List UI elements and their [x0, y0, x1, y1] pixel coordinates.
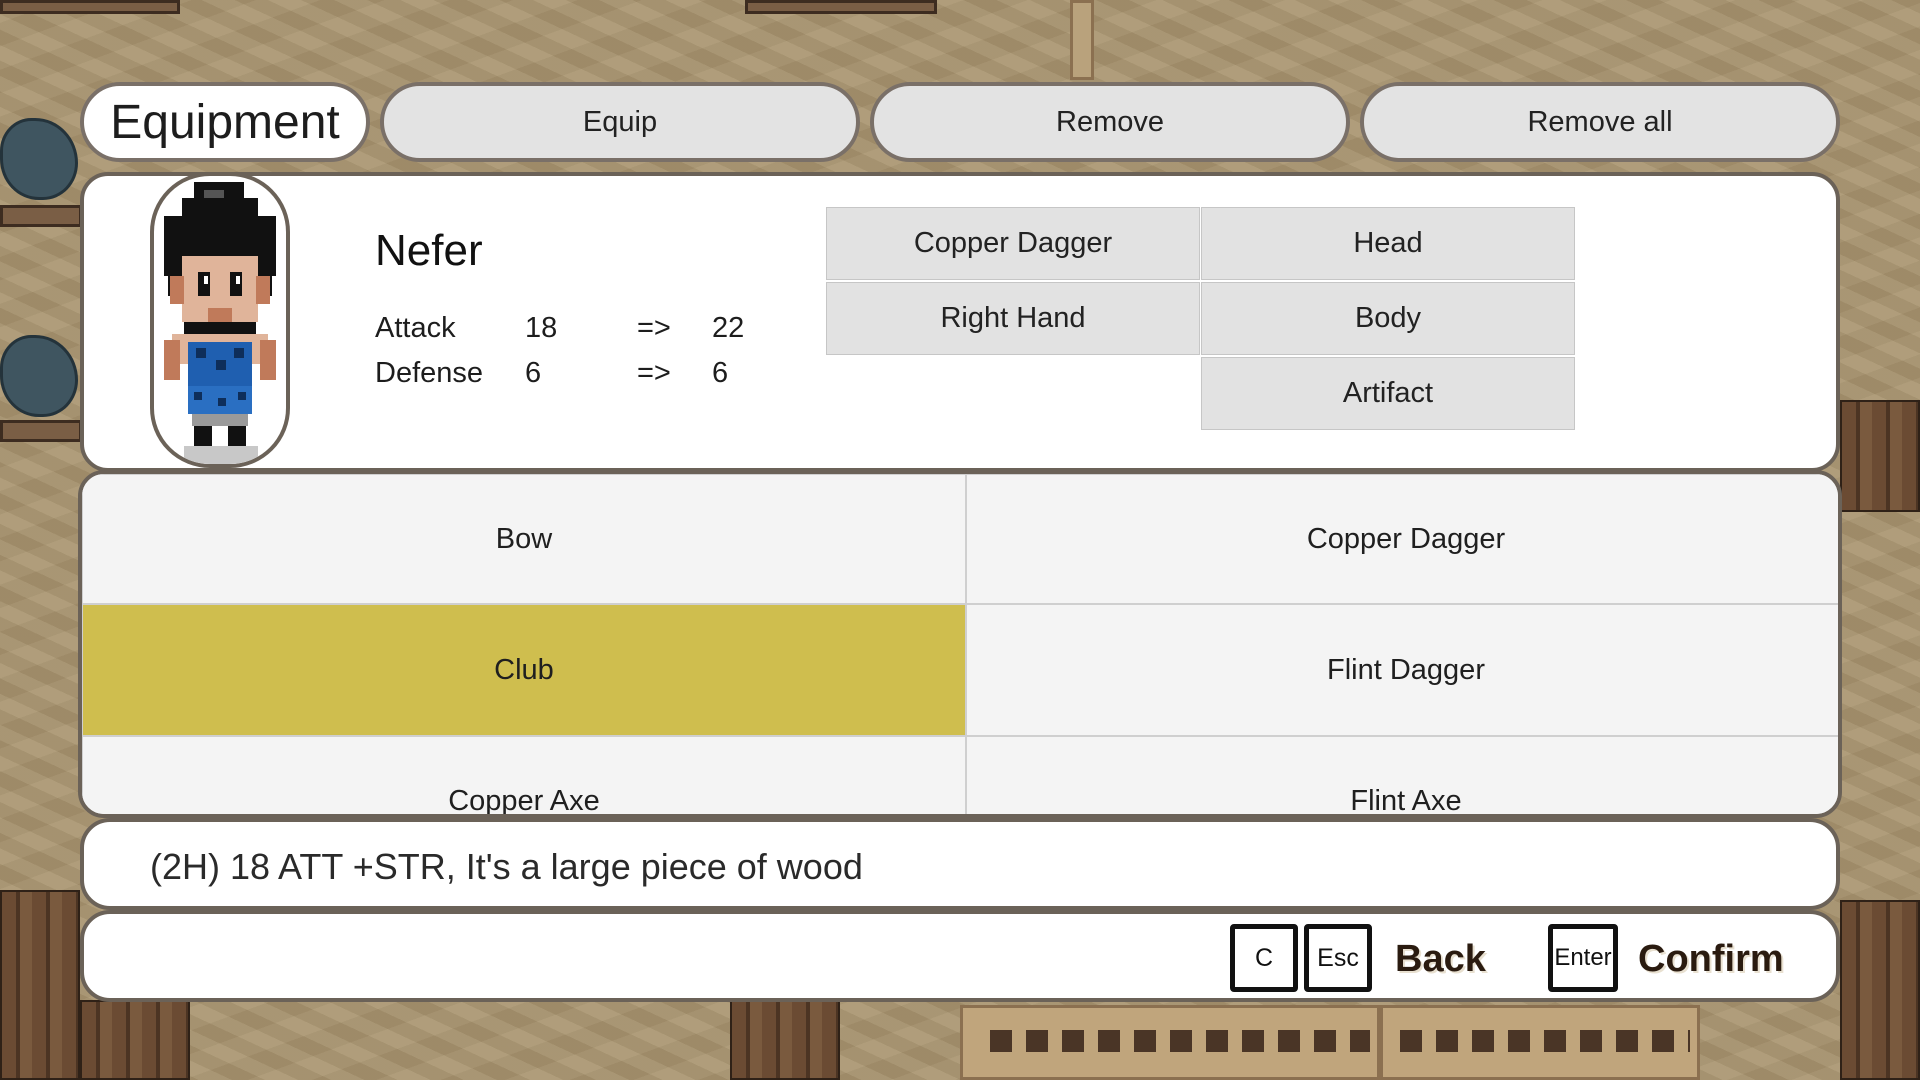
slot-artifact[interactable]: Artifact: [1201, 357, 1575, 430]
tab-remove-label: Remove: [1056, 105, 1164, 138]
character-name: Nefer: [375, 226, 483, 275]
wooden-crate: [1840, 400, 1920, 512]
tab-equip-label: Equip: [582, 105, 658, 138]
key-c-label: C: [1254, 943, 1274, 972]
stat-defense-current: 6: [525, 357, 542, 389]
item-label: Flint Dagger: [1327, 653, 1485, 686]
item-cell[interactable]: Copper Dagger: [966, 474, 1838, 604]
pillar: [1070, 0, 1094, 80]
slot-head[interactable]: Head: [1201, 207, 1575, 280]
slot-right-hand-label: Right Hand: [940, 302, 1086, 334]
item-label: Copper Axe: [448, 785, 600, 817]
key-esc-icon[interactable]: Esc: [1304, 924, 1372, 992]
slot-body[interactable]: Body: [1201, 282, 1575, 355]
item-description: (2H) 18 ATT +STR, It's a large piece of …: [150, 846, 863, 887]
tab-remove-all-label: Remove all: [1527, 105, 1673, 138]
wall-segment: [745, 0, 937, 14]
railing: [990, 1030, 1370, 1052]
stat-attack-current: 18: [525, 312, 558, 344]
item-cell[interactable]: Copper Axe: [82, 736, 966, 817]
tab-remove[interactable]: Remove: [870, 82, 1350, 162]
stat-attack-arrow: =>: [637, 312, 671, 344]
slot-left-hand-label: Copper Dagger: [913, 227, 1113, 259]
character-sprite-icon: [164, 182, 276, 464]
stat-defense-arrow: =>: [637, 357, 671, 389]
wall-segment: [0, 420, 82, 442]
item-label: Copper Dagger: [1306, 522, 1506, 555]
stat-defense-new: 6: [712, 357, 729, 389]
wooden-crate: [0, 890, 80, 1080]
wooden-crate: [1840, 900, 1920, 1080]
character-portrait: [150, 172, 290, 468]
item-cell[interactable]: Flint Dagger: [966, 604, 1838, 736]
back-button[interactable]: Back: [1395, 938, 1486, 981]
item-label: Club: [494, 653, 554, 686]
tab-remove-all[interactable]: Remove all: [1360, 82, 1840, 162]
confirm-button[interactable]: Confirm: [1638, 938, 1784, 981]
key-esc-label: Esc: [1317, 943, 1359, 972]
stat-attack-label: Attack: [375, 312, 456, 344]
tab-equip[interactable]: Equip: [380, 82, 860, 162]
menu-title-text: Equipment: [110, 95, 340, 149]
item-cell[interactable]: Bow: [82, 474, 966, 604]
wall-segment: [0, 205, 82, 227]
menu-title: Equipment: [80, 82, 370, 162]
key-enter-icon[interactable]: Enter: [1548, 924, 1618, 992]
rock: [0, 118, 78, 200]
item-cell[interactable]: Flint Axe: [966, 736, 1838, 817]
wall-segment: [0, 0, 180, 14]
stat-attack-new: 22: [712, 312, 745, 344]
rock: [0, 335, 78, 417]
railing: [1400, 1030, 1690, 1052]
item-label: Flint Axe: [1350, 785, 1462, 817]
wooden-crate: [730, 1000, 840, 1080]
item-list-panel: Bow Copper Dagger Club Flint Dagger Copp…: [78, 470, 1842, 818]
description-panel: (2H) 18 ATT +STR, It's a large piece of …: [80, 818, 1840, 910]
key-enter-label: Enter: [1554, 944, 1612, 971]
slot-head-label: Head: [1353, 227, 1423, 259]
item-label: Bow: [495, 522, 553, 555]
slot-body-label: Body: [1354, 302, 1422, 334]
item-cell-selected[interactable]: Club: [82, 604, 966, 736]
slot-artifact-label: Artifact: [1342, 377, 1434, 409]
slot-right-hand[interactable]: Right Hand: [826, 282, 1200, 355]
stat-defense-label: Defense: [375, 357, 484, 389]
wooden-crate: [80, 1000, 190, 1080]
key-c-icon[interactable]: C: [1230, 924, 1298, 992]
slot-left-hand[interactable]: Copper Dagger: [826, 207, 1200, 280]
